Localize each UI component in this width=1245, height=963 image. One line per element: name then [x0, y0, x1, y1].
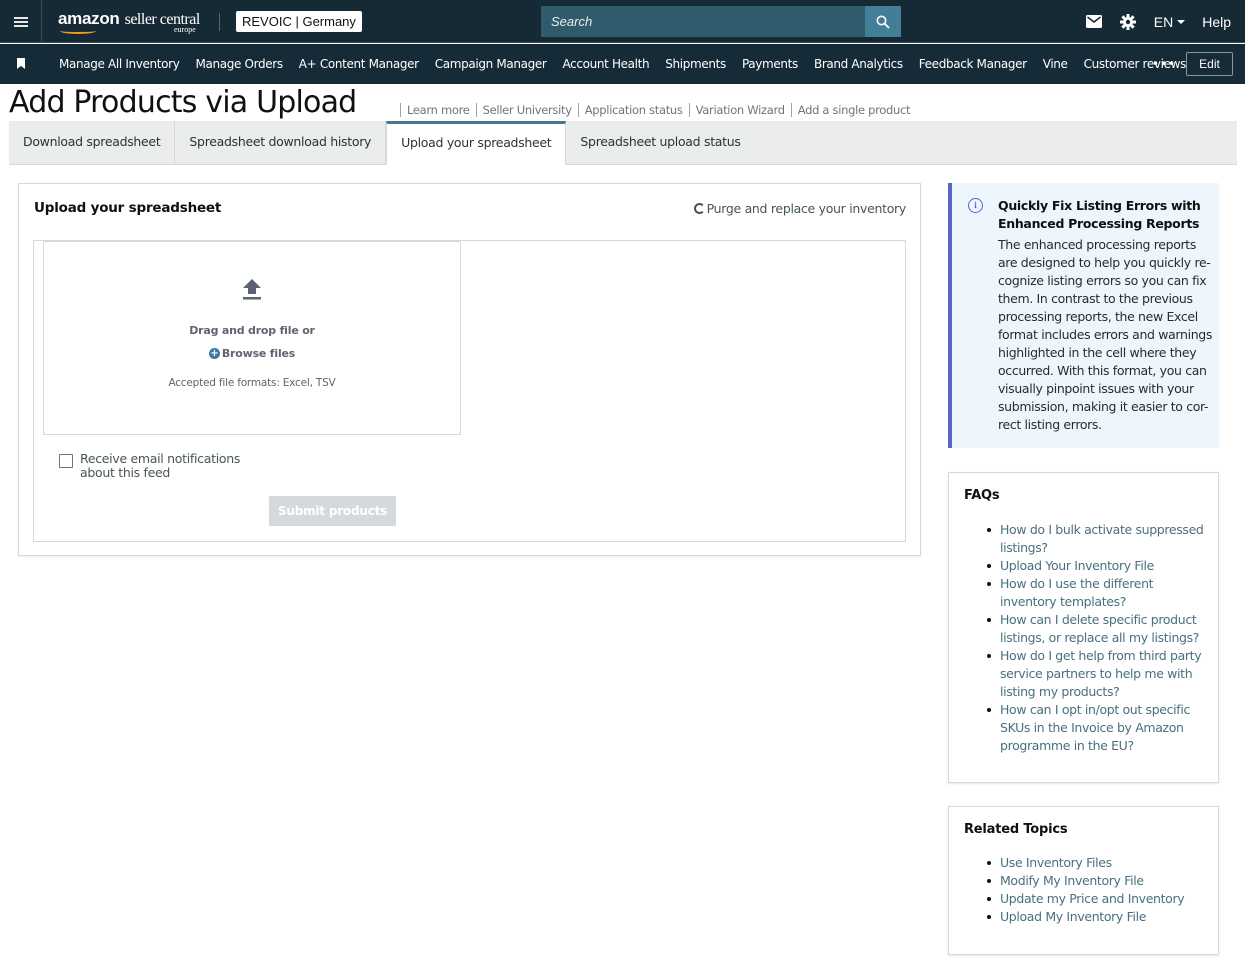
search-button[interactable] — [865, 6, 901, 37]
edit-nav-button[interactable]: Edit — [1186, 52, 1233, 76]
application-status-link[interactable]: Application status — [577, 103, 689, 117]
purge-label: Purge and replace your inventory — [706, 201, 907, 216]
faq-link[interactable]: How do I bulk activate suppressed listin… — [1000, 522, 1204, 555]
nav-item-aplus-content-manager[interactable]: A+ Content Manager — [299, 57, 419, 71]
upload-panel: Upload your spreadsheet Purge and replac… — [18, 183, 921, 556]
amazon-smile-icon — [60, 28, 96, 34]
faqs-title: FAQs — [964, 488, 1000, 503]
list-item: Use Inventory Files — [987, 854, 1212, 872]
account-marketplace: Germany — [302, 14, 356, 29]
list-item: Modify My Inventory File — [987, 872, 1212, 890]
related-topic-link[interactable]: Update my Price and Inventory — [1000, 891, 1185, 906]
related-topic-link[interactable]: Modify My Inventory File — [1000, 873, 1144, 888]
nav-item-feedback-manager[interactable]: Feedback Manager — [919, 57, 1027, 71]
nav-item-payments[interactable]: Payments — [742, 57, 798, 71]
search-icon — [876, 15, 890, 29]
messages-button[interactable] — [1085, 15, 1102, 28]
related-topic-link[interactable]: Use Inventory Files — [1000, 855, 1112, 870]
add-single-product-link[interactable]: Add a single product — [790, 103, 917, 117]
faqs-list: How do I bulk activate suppressed listin… — [987, 521, 1212, 755]
mail-icon — [1085, 15, 1102, 28]
faq-link[interactable]: Upload Your Inventory File — [1000, 558, 1154, 573]
menu-button[interactable] — [0, 0, 42, 43]
upload-icon — [243, 279, 261, 300]
faq-link[interactable]: How can I opt in/opt out specific SKUs i… — [1000, 702, 1190, 753]
page-title: Add Products via Upload — [9, 85, 357, 120]
top-bar: amazon seller central europe REVOIC | Ge… — [0, 0, 1245, 43]
gear-icon — [1119, 13, 1136, 30]
related-topic-link[interactable]: Upload My Inventory File — [1000, 909, 1146, 924]
list-item: How can I delete specific product listin… — [987, 611, 1212, 647]
learn-more-link[interactable]: Learn more — [400, 103, 476, 117]
file-dropzone[interactable]: Drag and drop file or + Browse files Acc… — [43, 241, 461, 435]
chevron-down-icon — [1177, 19, 1186, 24]
info-body: The enhanced processing reports are desi… — [998, 237, 1213, 432]
email-notification-label[interactable]: Receive email notifications about this f… — [80, 452, 260, 480]
list-item: How can I opt in/opt out specific SKUs i… — [987, 701, 1212, 755]
upload-form: Drag and drop file or + Browse files Acc… — [33, 240, 906, 542]
nav-item-vine[interactable]: Vine — [1043, 57, 1068, 71]
tab-spreadsheet-upload-status[interactable]: Spreadsheet upload status — [566, 121, 754, 164]
list-item: How do I use the different inventory tem… — [987, 575, 1212, 611]
more-icon[interactable]: ••• — [1152, 57, 1176, 71]
faq-link[interactable]: How do I get help from third party servi… — [1000, 648, 1202, 699]
faqs-box: FAQs How do I bulk activate suppressed l… — [948, 472, 1219, 783]
help-link[interactable]: Help — [1202, 14, 1231, 30]
submit-products-button[interactable]: Submit products — [269, 496, 396, 526]
settings-button[interactable] — [1119, 13, 1136, 30]
accepted-formats-text: Accepted file formats: Excel, TSV — [168, 377, 336, 389]
list-item: Upload Your Inventory File — [987, 557, 1212, 575]
plus-circle-icon: + — [208, 348, 220, 359]
drag-drop-text: Drag and drop file or — [189, 324, 315, 337]
tab-spreadsheet-download-history[interactable]: Spreadsheet download history — [175, 121, 387, 164]
language-selector[interactable]: EN — [1153, 13, 1186, 30]
logo-brand: amazon — [58, 9, 120, 28]
tab-download-spreadsheet[interactable]: Download spreadsheet — [9, 121, 176, 164]
email-notification-checkbox[interactable] — [59, 454, 73, 468]
seller-central-logo[interactable]: amazon seller central europe — [58, 9, 200, 35]
related-topics-list: Use Inventory Files Modify My Inventory … — [987, 854, 1212, 926]
purge-replace-link[interactable]: Purge and replace your inventory — [693, 201, 907, 216]
variation-wizard-link[interactable]: Variation Wizard — [688, 103, 791, 117]
refresh-icon — [693, 203, 705, 214]
menu-icon — [13, 20, 28, 23]
upload-heading: Upload your spreadsheet — [34, 200, 222, 216]
search-input[interactable] — [541, 6, 865, 37]
info-alert: i Quickly Fix Listing Errors with Enhanc… — [948, 183, 1219, 448]
tab-upload-your-spreadsheet[interactable]: Upload your spreadsheet — [386, 121, 567, 165]
nav-bar: Manage All Inventory Manage Orders A+ Co… — [0, 44, 1245, 84]
seller-university-link[interactable]: Seller University — [475, 103, 578, 117]
nav-item-manage-all-inventory[interactable]: Manage All Inventory — [59, 57, 180, 71]
nav-item-shipments[interactable]: Shipments — [665, 57, 726, 71]
nav-item-brand-analytics[interactable]: Brand Analytics — [814, 57, 903, 71]
account-name: REVOIC — [242, 14, 292, 29]
related-topics-box: Related Topics Use Inventory Files Modif… — [948, 806, 1219, 955]
related-topics-title: Related Topics — [964, 822, 1068, 837]
account-switcher[interactable]: REVOIC | Germany — [236, 11, 362, 32]
page-links: Learn more Seller University Application… — [400, 103, 916, 117]
logo-region: europe — [174, 25, 196, 34]
tab-bar: Download spreadsheet Spreadsheet downloa… — [9, 121, 1237, 165]
nav-item-manage-orders[interactable]: Manage Orders — [196, 57, 284, 71]
divider — [219, 13, 220, 31]
list-item: How do I bulk activate suppressed listin… — [987, 521, 1212, 557]
list-item: How do I get help from third party servi… — [987, 647, 1212, 701]
nav-item-campaign-manager[interactable]: Campaign Manager — [435, 57, 547, 71]
faq-link[interactable]: How do I use the different inventory tem… — [1000, 576, 1154, 609]
language-label: EN — [1153, 13, 1174, 30]
nav-items: Manage All Inventory Manage Orders A+ Co… — [59, 44, 1202, 84]
browse-files-button[interactable]: + Browse files — [44, 347, 460, 360]
list-item: Upload My Inventory File — [987, 908, 1212, 926]
faq-link[interactable]: How can I delete specific product listin… — [1000, 612, 1199, 645]
info-icon: i — [968, 198, 983, 213]
search-bar — [541, 6, 901, 37]
list-item: Update my Price and Inventory — [987, 890, 1212, 908]
nav-item-account-health[interactable]: Account Health — [562, 57, 649, 71]
bookmark-icon[interactable] — [17, 58, 25, 69]
info-title: Quickly Fix Listing Errors with Enhanced… — [998, 198, 1201, 231]
browse-files-label: Browse files — [221, 347, 296, 360]
